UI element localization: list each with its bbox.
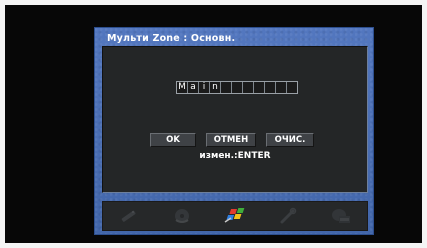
tools-icon[interactable] (275, 206, 301, 226)
disc-icon[interactable] (169, 206, 195, 226)
name-char-cell[interactable] (243, 82, 254, 93)
name-char-cell[interactable] (287, 82, 297, 93)
menu-icon-bar (102, 201, 368, 231)
cancel-button[interactable]: ОТМЕН (206, 133, 256, 147)
name-char-cell[interactable]: a (188, 82, 199, 93)
ok-button[interactable]: OK (150, 133, 196, 147)
osd-title: Мульти Zone : Основн. (107, 33, 236, 44)
tv-screen: Мульти Zone : Основн. M a i n OK ОТМЕН О… (5, 5, 422, 243)
osd-dialog: Мульти Zone : Основн. M a i n OK ОТМЕН О… (94, 27, 374, 235)
enter-hint: измен.:ENTER (199, 151, 271, 161)
name-char-cell[interactable] (232, 82, 243, 93)
name-char-cell[interactable]: n (210, 82, 221, 93)
name-char-cell[interactable] (276, 82, 287, 93)
content-panel: M a i n OK ОТМЕН ОЧИС. измен.:ENTER (102, 46, 368, 193)
name-char-cell[interactable]: M (177, 82, 188, 93)
abc-language-icon[interactable] (328, 206, 354, 226)
zone-name-input[interactable]: M a i n (176, 81, 298, 94)
clear-button[interactable]: ОЧИС. (266, 133, 314, 147)
name-char-cell[interactable]: i (199, 82, 210, 93)
name-char-cell[interactable] (254, 82, 265, 93)
name-char-cell[interactable] (265, 82, 276, 93)
remote-icon[interactable] (116, 206, 142, 226)
button-row: OK ОТМЕН ОЧИС. (150, 133, 314, 147)
windows-setup-icon[interactable] (222, 206, 248, 226)
name-char-cell[interactable] (221, 82, 232, 93)
